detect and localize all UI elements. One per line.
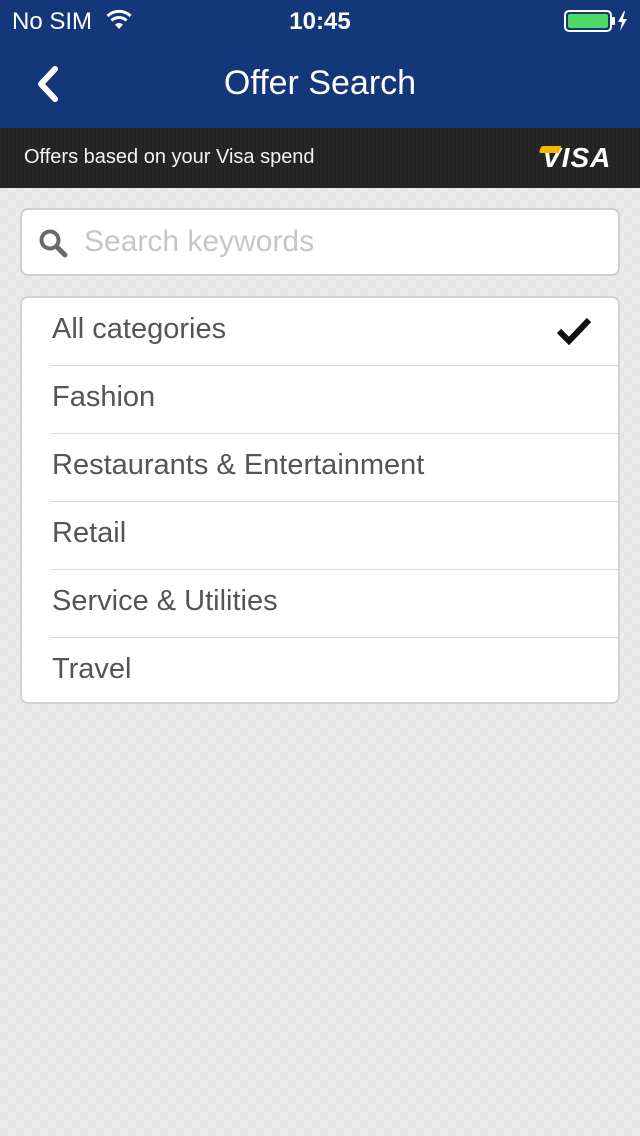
search-input[interactable] bbox=[84, 216, 604, 268]
category-item-fashion[interactable]: Fashion bbox=[50, 366, 618, 434]
category-item-service-utilities[interactable]: Service & Utilities bbox=[50, 570, 618, 638]
category-list: All categories Fashion Restaurants & Ent… bbox=[20, 296, 620, 704]
category-item-all[interactable]: All categories bbox=[50, 298, 618, 366]
banner-text: Offers based on your Visa spend bbox=[24, 146, 315, 168]
category-label: Service & Utilities bbox=[52, 585, 278, 617]
clock: 10:45 bbox=[289, 8, 351, 35]
category-label: Restaurants & Entertainment bbox=[52, 449, 425, 481]
category-label: Fashion bbox=[52, 381, 156, 413]
status-bar: No SIM 10:45 bbox=[0, 0, 640, 40]
navigation-bar: Offer Search bbox=[0, 40, 640, 128]
checkmark-icon bbox=[556, 317, 592, 346]
category-label: All categories bbox=[52, 313, 227, 345]
battery-icon bbox=[564, 10, 627, 32]
category-label: Retail bbox=[52, 517, 127, 549]
header: No SIM 10:45 Offer Search bbox=[0, 0, 640, 128]
category-item-restaurants-entertainment[interactable]: Restaurants & Entertainment bbox=[50, 434, 618, 502]
visa-swoosh bbox=[538, 146, 562, 153]
visa-banner: Offers based on your Visa spend VISA bbox=[0, 128, 640, 188]
category-label: Travel bbox=[52, 653, 132, 685]
search-icon bbox=[39, 229, 68, 258]
category-item-travel[interactable]: Travel bbox=[50, 638, 618, 702]
category-item-retail[interactable]: Retail bbox=[50, 502, 618, 570]
search-box[interactable] bbox=[20, 208, 620, 276]
visa-logo: VISA bbox=[538, 142, 611, 174]
page-title: Offer Search bbox=[223, 64, 417, 102]
